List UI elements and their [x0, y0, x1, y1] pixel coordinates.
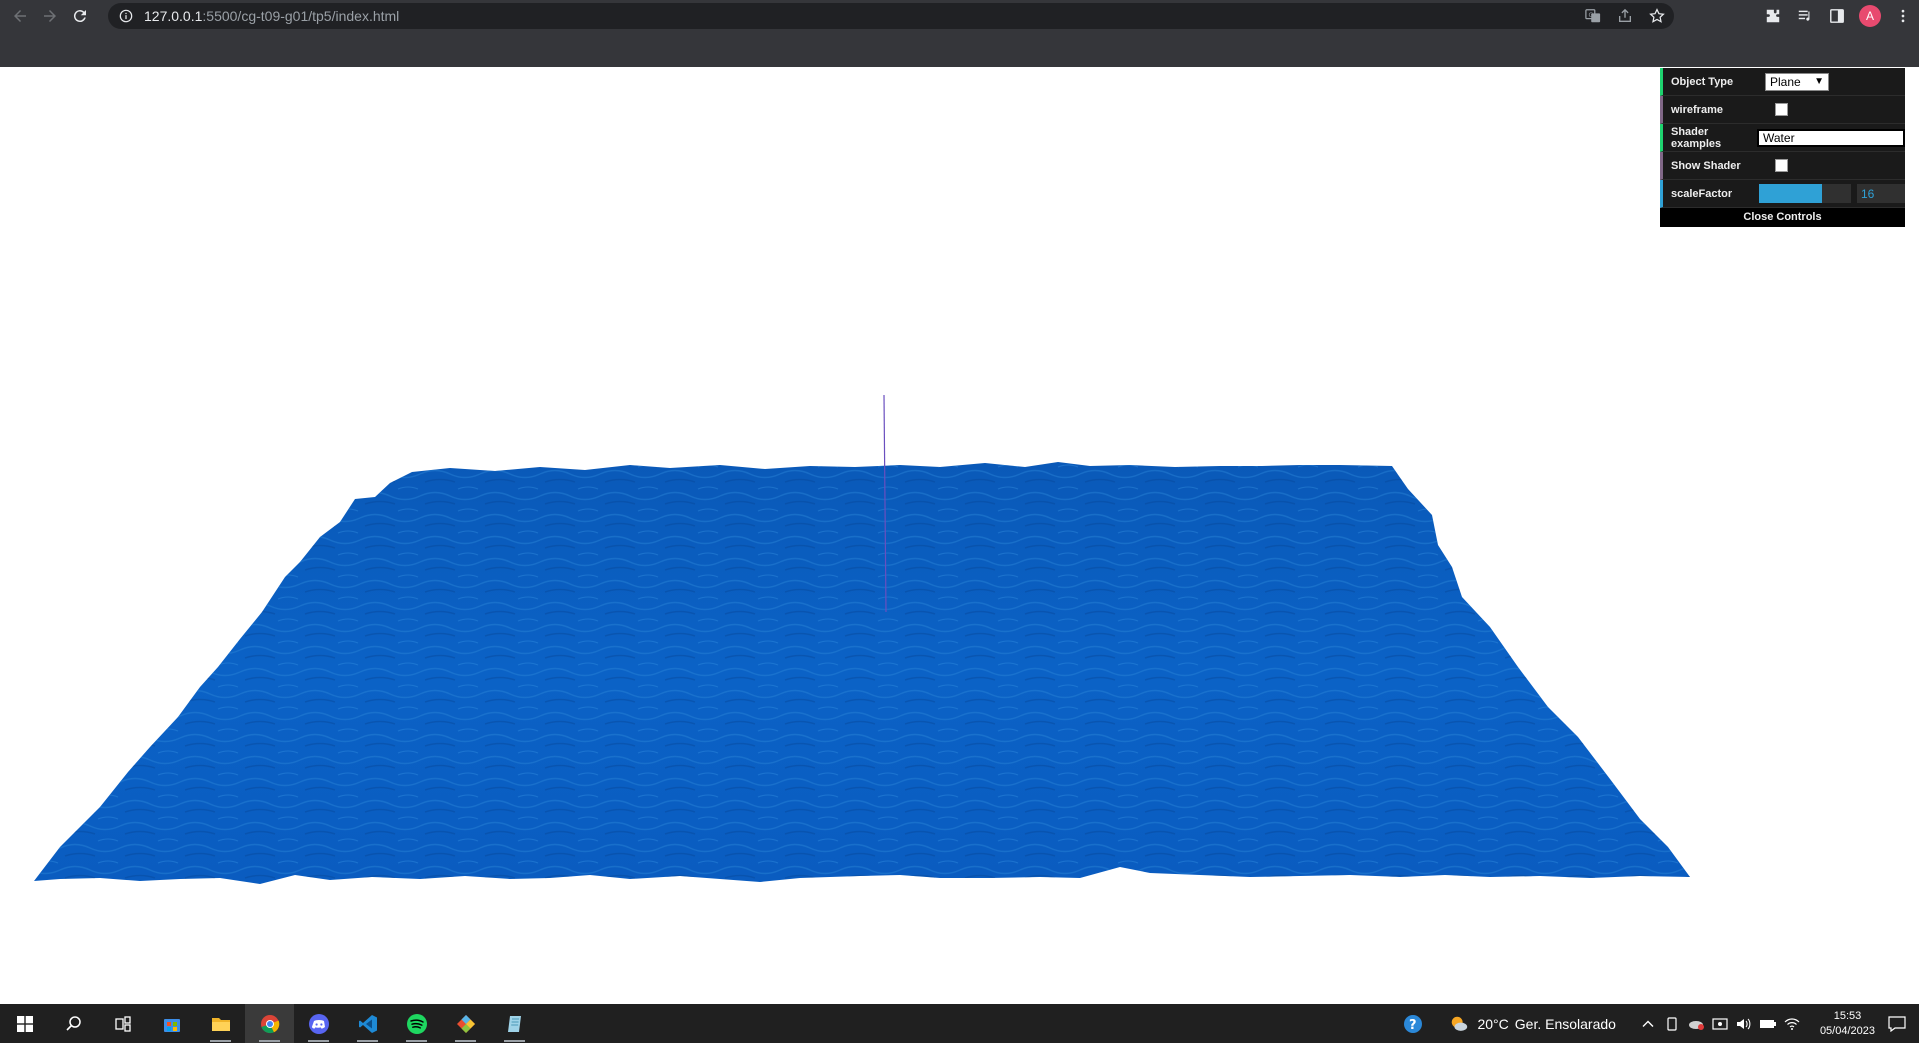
menu-icon[interactable]	[1893, 6, 1913, 26]
water-ripples	[34, 462, 1690, 884]
reading-list-icon[interactable]	[1795, 6, 1815, 26]
scale-factor-slider-fill	[1759, 184, 1822, 203]
svg-text:G: G	[1589, 12, 1594, 19]
help-icon[interactable]: ?	[1403, 1014, 1423, 1034]
clock-time: 15:53	[1833, 1009, 1862, 1022]
microsoft-store-icon[interactable]	[147, 1004, 196, 1043]
side-panel-icon[interactable]	[1827, 6, 1847, 26]
onedrive-icon[interactable]	[1686, 1014, 1706, 1034]
shader-examples-select[interactable]: Water	[1757, 128, 1905, 147]
spotify-icon[interactable]	[392, 1004, 441, 1043]
vscode-icon[interactable]	[343, 1004, 392, 1043]
discord-icon[interactable]	[294, 1004, 343, 1043]
reload-icon[interactable]	[66, 2, 94, 30]
notepad-icon[interactable]	[490, 1004, 539, 1043]
webgl-canvas[interactable]	[0, 67, 1919, 1004]
chevron-up-icon[interactable]	[1638, 1014, 1658, 1034]
extensions-icon[interactable]	[1763, 6, 1783, 26]
controls-panel: Object Type Plane ▼ wireframe Shader exa…	[1660, 68, 1905, 227]
weather-temperature[interactable]: 20°C	[1477, 1016, 1508, 1032]
svg-text:?: ?	[1409, 1018, 1417, 1033]
address-bar[interactable]: 127.0.0.1:5500/cg-t09-g01/tp5/index.html…	[108, 3, 1674, 29]
shader-examples-value: Water	[1763, 130, 1795, 145]
share-icon[interactable]	[1616, 7, 1634, 25]
scale-factor-label: scaleFactor	[1671, 187, 1733, 200]
clock-date: 05/04/2023	[1819, 1024, 1875, 1037]
object-type-label: Object Type	[1671, 75, 1734, 88]
object-type-value: Plane	[1770, 74, 1801, 89]
bookmarks-bar	[0, 32, 1919, 67]
chrome-icon[interactable]	[245, 1004, 294, 1043]
object-type-select[interactable]: Plane ▼	[1765, 72, 1829, 91]
battery-icon[interactable]	[1758, 1014, 1778, 1034]
git-icon[interactable]	[441, 1004, 490, 1043]
translate-icon[interactable]: G	[1584, 7, 1602, 25]
scale-factor-input[interactable]: 16	[1857, 184, 1905, 203]
bookmark-star-icon[interactable]	[1648, 7, 1666, 25]
object-type-row: Object Type Plane ▼	[1660, 68, 1905, 96]
chevron-down-icon: ▼	[1814, 75, 1824, 87]
screen-capture-icon[interactable]	[1710, 1014, 1730, 1034]
wifi-icon[interactable]	[1782, 1014, 1802, 1034]
weather-icon[interactable]	[1449, 1014, 1469, 1034]
scale-factor-row: scaleFactor 16	[1660, 180, 1905, 208]
scene-svg	[34, 394, 1690, 884]
scale-factor-slider[interactable]	[1759, 184, 1851, 203]
site-info-icon[interactable]	[118, 8, 134, 24]
forward-arrow-icon[interactable]	[36, 2, 64, 30]
weather-description[interactable]: Ger. Ensolarado	[1515, 1016, 1616, 1032]
system-tray: ? 20°C Ger. Ensolarado 15:53 05/04/2023	[1403, 1004, 1919, 1043]
show-shader-row: Show Shader	[1660, 152, 1905, 180]
wireframe-checkbox[interactable]	[1775, 103, 1788, 116]
windows-start-icon[interactable]	[0, 1004, 49, 1043]
profile-avatar[interactable]: A	[1859, 5, 1881, 27]
url-text[interactable]: 127.0.0.1:5500/cg-t09-g01/tp5/index.html	[144, 8, 399, 24]
show-shader-checkbox[interactable]	[1775, 159, 1788, 172]
device-icon[interactable]	[1662, 1014, 1682, 1034]
browser-toolbar: 127.0.0.1:5500/cg-t09-g01/tp5/index.html…	[0, 0, 1919, 32]
volume-icon[interactable]	[1734, 1014, 1754, 1034]
clock[interactable]: 15:53 05/04/2023	[1820, 1009, 1875, 1039]
shader-examples-row: Shader examples Water	[1660, 124, 1905, 152]
file-explorer-icon[interactable]	[196, 1004, 245, 1043]
windows-taskbar: ? 20°C Ger. Ensolarado 15:53 05/04/2023	[0, 1004, 1919, 1043]
close-controls-button[interactable]: Close Controls	[1660, 208, 1905, 227]
show-shader-label: Show Shader	[1671, 159, 1741, 172]
task-view-icon[interactable]	[98, 1004, 147, 1043]
scale-factor-value: 16	[1861, 186, 1875, 201]
wireframe-row: wireframe	[1660, 96, 1905, 124]
shader-examples-label: Shader examples	[1671, 125, 1722, 150]
notifications-icon[interactable]	[1887, 1014, 1907, 1034]
search-icon[interactable]	[49, 1004, 98, 1043]
back-arrow-icon[interactable]	[6, 2, 34, 30]
wireframe-label: wireframe	[1671, 103, 1723, 116]
